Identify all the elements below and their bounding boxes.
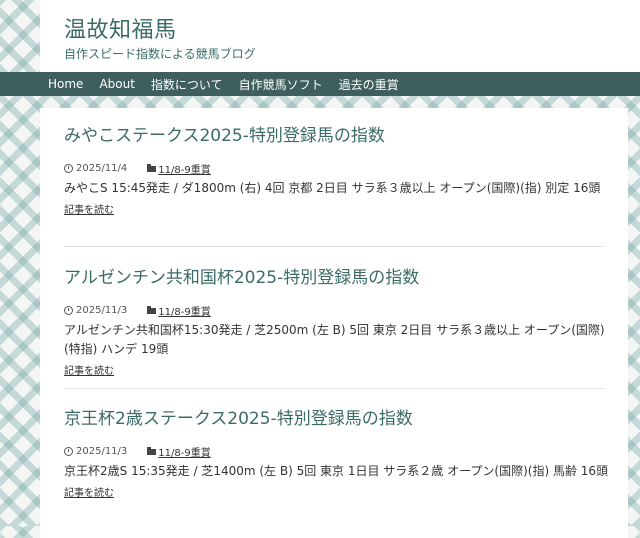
read-more-link[interactable]: 記事を読む [64, 201, 114, 216]
post-meta: 2025/11/3 11/8-9重賞 [64, 303, 624, 318]
site-title[interactable]: 温故知福馬 [64, 12, 177, 44]
post-item: 京王杯2歳ステークス2025-特別登録馬の指数 2025/11/3 11/8-9… [64, 408, 624, 500]
nav-software[interactable]: 自作競馬ソフト [239, 76, 323, 93]
post-divider [64, 388, 604, 389]
site-header: 温故知福馬 自作スピード指数による競馬ブログ [40, 0, 640, 72]
clock-icon [64, 446, 73, 456]
post-category-link[interactable]: 11/8-9重賞 [158, 161, 210, 176]
post-title[interactable]: 京王杯2歳ステークス2025-特別登録馬の指数 [64, 408, 624, 430]
clock-icon [64, 305, 73, 315]
site-description: 自作スピード指数による競馬ブログ [64, 47, 256, 61]
post-excerpt: みやこS 15:45発走 / ダ1800m (右) 4回 京都 2日目 サラ系３… [64, 181, 601, 195]
post-item: アルゼンチン共和国杯2025-特別登録馬の指数 2025/11/3 11/8-9… [64, 267, 624, 378]
nav-index-info[interactable]: 指数について [151, 76, 223, 93]
post-date: 2025/11/4 [76, 162, 128, 174]
read-more-link[interactable]: 記事を読む [64, 484, 114, 499]
folder-icon [147, 164, 157, 172]
post-excerpt: 京王杯2歳S 15:35発走 / 芝1400m (左 B) 5回 東京 1日目 … [64, 464, 609, 478]
folder-icon [147, 447, 157, 455]
clock-icon [64, 163, 73, 173]
post-date: 2025/11/3 [76, 445, 128, 457]
post-meta: 2025/11/3 11/8-9重賞 [64, 444, 624, 459]
post-meta: 2025/11/4 11/8-9重賞 [64, 161, 624, 176]
post-date: 2025/11/3 [76, 304, 128, 316]
post-category-link[interactable]: 11/8-9重賞 [158, 303, 210, 318]
read-more-link[interactable]: 記事を読む [64, 362, 114, 377]
post-item: みやこステークス2025-特別登録馬の指数 2025/11/4 11/8-9重賞… [64, 125, 624, 217]
nav-about[interactable]: About [99, 77, 134, 91]
folder-icon [147, 306, 157, 314]
nav-past-races[interactable]: 過去の重賞 [339, 76, 399, 93]
main-content: みやこステークス2025-特別登録馬の指数 2025/11/4 11/8-9重賞… [40, 108, 628, 538]
post-title[interactable]: アルゼンチン共和国杯2025-特別登録馬の指数 [64, 267, 624, 289]
post-divider [64, 246, 604, 247]
post-excerpt: アルゼンチン共和国杯15:30発走 / 芝2500m (左 B) 5回 東京 2… [64, 323, 605, 356]
main-nav: Home About 指数について 自作競馬ソフト 過去の重賞 [0, 72, 640, 96]
post-category-link[interactable]: 11/8-9重賞 [158, 444, 210, 459]
nav-home[interactable]: Home [48, 77, 83, 91]
post-title[interactable]: みやこステークス2025-特別登録馬の指数 [64, 125, 624, 147]
